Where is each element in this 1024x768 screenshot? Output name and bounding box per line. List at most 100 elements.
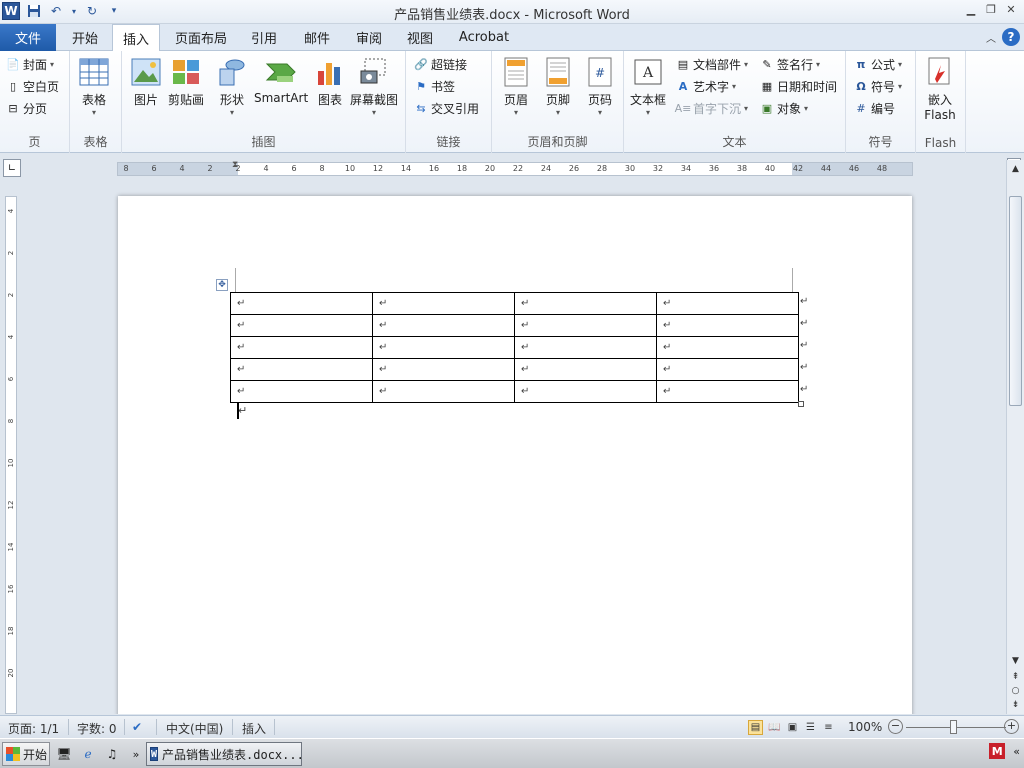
- equation-button[interactable]: π 公式 ▾: [854, 54, 902, 74]
- next-page-icon[interactable]: ⇟: [1007, 700, 1024, 710]
- table-cell[interactable]: ↵: [656, 336, 799, 359]
- object-button[interactable]: ▣ 对象 ▾: [760, 98, 808, 118]
- table-cell[interactable]: ↵: [230, 314, 373, 337]
- clipart-button[interactable]: 剪贴画: [168, 55, 204, 108]
- show-desktop-icon[interactable]: 🖥: [56, 746, 72, 762]
- textbox-button[interactable]: A 文本框 ▾: [630, 55, 666, 117]
- tray-expand-icon[interactable]: «: [1013, 745, 1020, 758]
- datetime-button[interactable]: ▦ 日期和时间: [760, 76, 837, 96]
- number-button[interactable]: # 编号: [854, 98, 895, 118]
- word-count[interactable]: 字数: 0: [77, 720, 117, 737]
- tab-insert[interactable]: 插入: [112, 24, 160, 52]
- table-button[interactable]: 表格 ▾: [78, 55, 110, 117]
- indent-marker[interactable]: ⧗: [232, 160, 242, 178]
- screenshot-button[interactable]: 屏幕截图 ▾: [350, 55, 398, 117]
- scroll-down-icon[interactable]: ▼: [1007, 656, 1024, 666]
- table-cell[interactable]: ↵: [372, 314, 515, 337]
- table-cell[interactable]: ↵: [656, 380, 799, 403]
- tray-app-icon[interactable]: M: [989, 743, 1006, 759]
- signature-line-button[interactable]: ✎ 签名行 ▾: [760, 54, 820, 74]
- vertical-ruler[interactable]: 4 2 2 4 6 8 10 12 14 16 18 20: [5, 196, 17, 714]
- internet-explorer-icon[interactable]: ℯ: [80, 746, 96, 762]
- table-cell[interactable]: ↵: [372, 336, 515, 359]
- table-cell[interactable]: ↵: [372, 380, 515, 403]
- table-cell[interactable]: ↵: [656, 358, 799, 381]
- table-cell[interactable]: ↵: [230, 336, 373, 359]
- insert-mode-indicator[interactable]: 插入: [242, 720, 266, 737]
- outline-view-icon[interactable]: ☰: [803, 720, 818, 735]
- help-icon[interactable]: ?: [1002, 28, 1020, 46]
- table-cell[interactable]: ↵: [514, 380, 657, 403]
- tab-review[interactable]: 审阅: [346, 24, 392, 51]
- scroll-up-icon[interactable]: ▲: [1007, 164, 1024, 174]
- tab-references[interactable]: 引用: [240, 24, 288, 51]
- table-cell[interactable]: ↵: [514, 292, 657, 315]
- table-cell[interactable]: ↵: [230, 292, 373, 315]
- hyperlink-button[interactable]: 🔗 超链接: [414, 54, 467, 74]
- table-move-handle[interactable]: ✥: [216, 279, 228, 291]
- restore-icon[interactable]: ❐: [984, 2, 998, 16]
- tab-selector[interactable]: ∟: [3, 159, 21, 177]
- smartart-button[interactable]: SmartArt: [254, 55, 308, 105]
- minimize-ribbon-icon[interactable]: ︿: [986, 30, 996, 45]
- table-cell[interactable]: ↵: [656, 314, 799, 337]
- web-layout-icon[interactable]: ▣: [785, 720, 800, 735]
- zoom-slider-knob[interactable]: [950, 720, 957, 734]
- table-cell[interactable]: ↵: [230, 380, 373, 403]
- zoom-level[interactable]: 100%: [848, 720, 882, 734]
- cross-reference-button[interactable]: ⇆ 交叉引用: [414, 98, 479, 118]
- tab-home[interactable]: 开始: [62, 24, 108, 51]
- embed-flash-button[interactable]: 嵌入 Flash: [924, 55, 956, 122]
- bookmark-button[interactable]: ⚑ 书签: [414, 76, 455, 96]
- proofing-icon[interactable]: ✔: [132, 720, 142, 734]
- quick-parts-button[interactable]: ▤ 文档部件 ▾: [676, 54, 748, 74]
- table-resize-handle[interactable]: [798, 401, 804, 407]
- language-indicator[interactable]: 中文(中国): [166, 720, 223, 737]
- print-layout-icon[interactable]: ▤: [748, 720, 763, 735]
- document-table[interactable]: ↵ ↵ ↵ ↵ ↵ ↵ ↵ ↵ ↵ ↵ ↵ ↵ ↵ ↵ ↵ ↵ ↵ ↵ ↵ ↵: [230, 292, 799, 403]
- table-cell[interactable]: ↵: [514, 314, 657, 337]
- tab-page-layout[interactable]: 页面布局: [166, 24, 236, 51]
- table-cell[interactable]: ↵: [230, 358, 373, 381]
- tab-acrobat[interactable]: Acrobat: [450, 24, 518, 51]
- close-icon[interactable]: ✕: [1004, 2, 1018, 16]
- zoom-in-icon[interactable]: +: [1004, 719, 1019, 734]
- start-button[interactable]: 开始: [2, 742, 50, 766]
- table-cell[interactable]: ↵: [372, 292, 515, 315]
- dropcap-button[interactable]: A≡ 首字下沉 ▾: [675, 98, 748, 118]
- horizontal-ruler[interactable]: 8 6 4 2 2 4 6 8 10 12 14 16 18 20 22 24 26 28 30 32 34 36 38 40…: [117, 160, 913, 178]
- more-quicklaunch-icon[interactable]: »: [128, 746, 144, 762]
- tab-mailings[interactable]: 邮件: [292, 24, 342, 51]
- table-cell[interactable]: ↵: [656, 292, 799, 315]
- page-break-button[interactable]: ⊟ 分页: [6, 98, 47, 118]
- table-cell[interactable]: ↵: [514, 358, 657, 381]
- page-count[interactable]: 页面: 1/1: [8, 720, 59, 737]
- cover-page-button[interactable]: 📄 封面 ▾: [6, 54, 54, 74]
- paragraph-mark[interactable]: ↵: [236, 403, 247, 419]
- document-area[interactable]: ✥ ↵ ↵ ↵ ↵ ↵ ↵ ↵ ↵ ↵ ↵ ↵ ↵ ↵ ↵ ↵ ↵ ↵ ↵ ↵ ↵ ↵ ↵ ↵ ↵ ↵ ↵: [22, 184, 1006, 714]
- scrollbar-thumb[interactable]: [1009, 196, 1022, 406]
- minimize-icon[interactable]: ▁: [964, 2, 978, 16]
- page-number-button[interactable]: # 页码 ▾: [584, 55, 616, 117]
- prev-page-icon[interactable]: ⇞: [1007, 672, 1024, 682]
- draft-view-icon[interactable]: ≡: [821, 720, 836, 735]
- tab-view[interactable]: 视图: [396, 24, 444, 51]
- table-cell[interactable]: ↵: [372, 358, 515, 381]
- footer-button[interactable]: 页脚 ▾: [542, 55, 574, 117]
- wordart-button[interactable]: A 艺术字 ▾: [676, 76, 736, 96]
- table-cell[interactable]: ↵: [514, 336, 657, 359]
- browse-object-icon[interactable]: ○: [1007, 686, 1024, 696]
- picture-button[interactable]: 图片: [130, 55, 162, 108]
- shapes-button[interactable]: 形状 ▾: [216, 55, 248, 117]
- tab-file[interactable]: 文件: [0, 24, 56, 51]
- vertical-scrollbar[interactable]: ▲ ▼ ⇞ ○ ⇟: [1006, 160, 1024, 714]
- media-player-icon[interactable]: ♫: [104, 746, 120, 762]
- reading-view-icon[interactable]: 📖: [767, 720, 782, 735]
- taskbar-word-document[interactable]: W 产品销售业绩表.docx...: [146, 742, 302, 766]
- blank-page-button[interactable]: ▯ 空白页: [6, 76, 59, 96]
- chart-button[interactable]: 图表: [314, 55, 346, 108]
- document-page[interactable]: ✥ ↵ ↵ ↵ ↵ ↵ ↵ ↵ ↵ ↵ ↵ ↵ ↵ ↵ ↵ ↵ ↵ ↵ ↵ ↵ ↵ ↵ ↵ ↵ ↵ ↵ ↵: [118, 196, 912, 714]
- zoom-out-icon[interactable]: −: [888, 719, 903, 734]
- symbol-button[interactable]: Ω 符号 ▾: [854, 76, 902, 96]
- header-button[interactable]: 页眉 ▾: [500, 55, 532, 117]
